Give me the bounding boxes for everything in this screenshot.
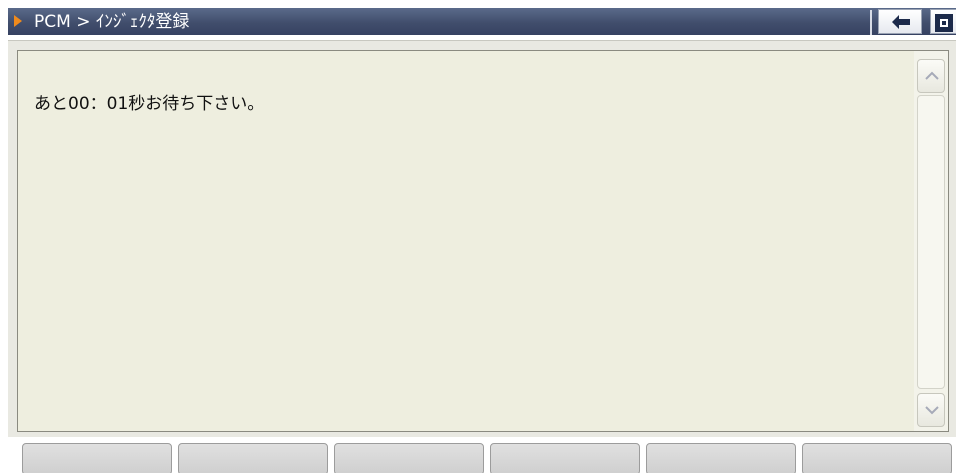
title-separator: [870, 10, 872, 35]
function-button-1[interactable]: [22, 443, 172, 473]
function-button-5[interactable]: [646, 443, 796, 473]
breadcrumb: PCM > ｲﾝｼﾞｪｸﾀ登録: [34, 12, 190, 32]
function-button-bar: [8, 437, 956, 473]
function-button-4[interactable]: [490, 443, 640, 473]
scroll-up-button[interactable]: [917, 59, 945, 93]
countdown-message: あと00：01秒お待ち下さい。: [34, 94, 265, 114]
function-button-6[interactable]: [802, 443, 952, 473]
play-arrow-icon: [14, 15, 22, 27]
chevron-up-icon: [925, 71, 939, 80]
title-bar: PCM > ｲﾝｼﾞｪｸﾀ登録: [8, 8, 956, 35]
app-window: PCM > ｲﾝｼﾞｪｸﾀ登録 あと00：01秒お待ち下さい。: [0, 0, 956, 473]
function-button-2[interactable]: [178, 443, 328, 473]
settings-button[interactable]: [930, 9, 956, 34]
scroll-track[interactable]: [917, 95, 945, 389]
back-arrow-icon: [892, 15, 910, 29]
vertical-scrollbar[interactable]: [914, 51, 948, 431]
chevron-down-icon: [925, 406, 939, 415]
scroll-down-button[interactable]: [917, 393, 945, 427]
function-button-3[interactable]: [334, 443, 484, 473]
message-panel: あと00：01秒お待ち下さい。: [17, 50, 949, 432]
back-button[interactable]: [878, 9, 922, 34]
gear-icon: [935, 14, 953, 32]
